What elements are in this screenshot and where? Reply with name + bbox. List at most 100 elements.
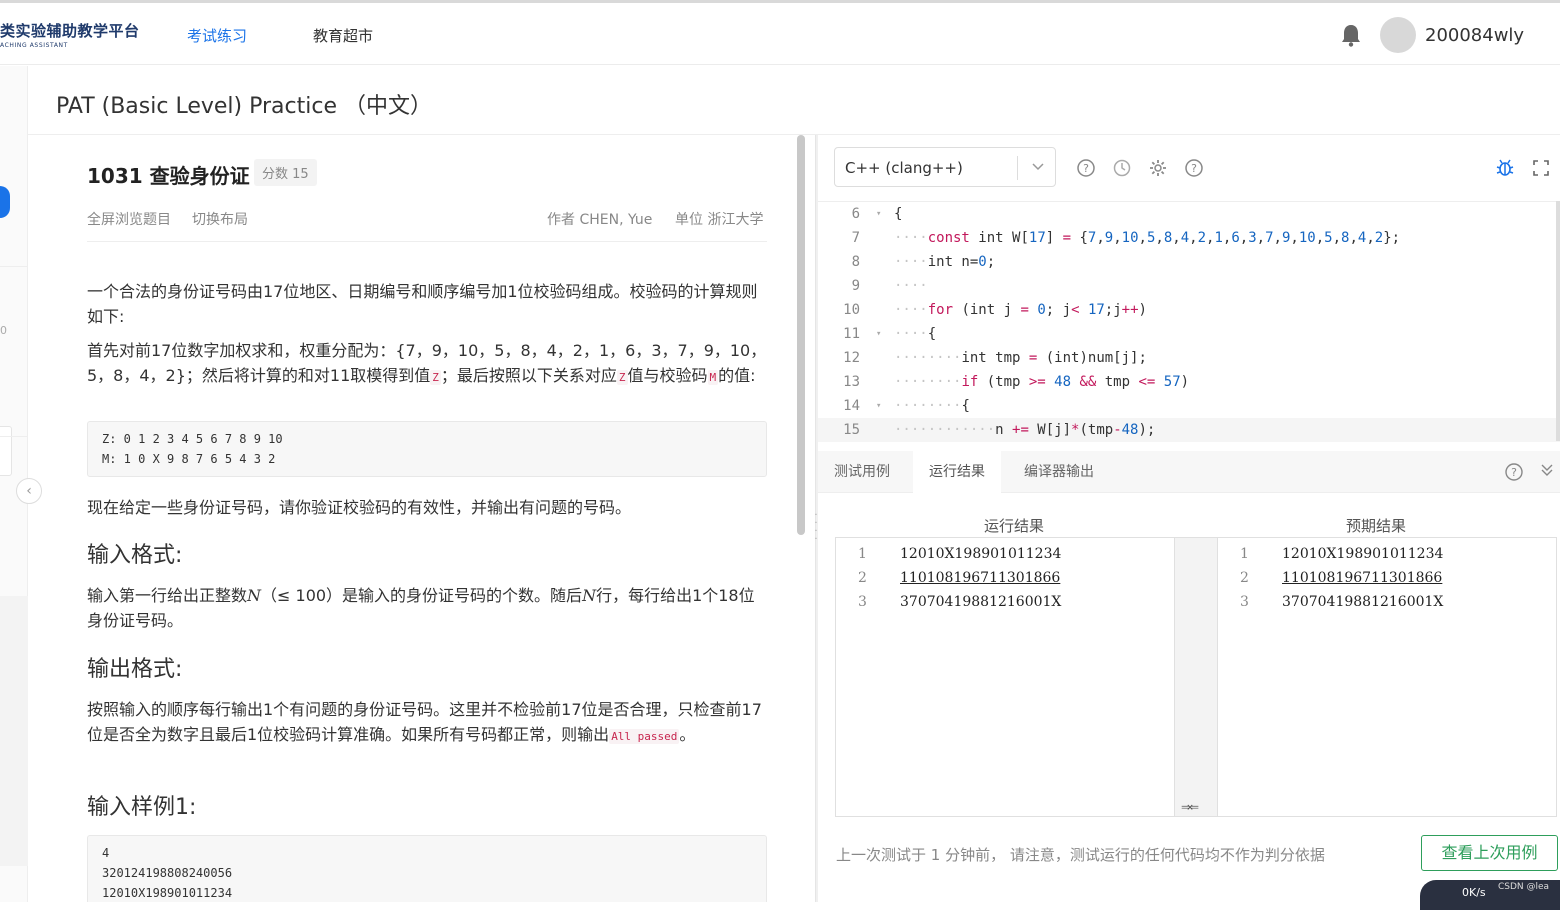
code-line[interactable]: 9 ···· [818,274,1560,298]
line-number: 10 [843,302,860,318]
line-number: 3 [1240,594,1249,610]
code-line[interactable]: 6 ▾ { [818,202,1560,226]
top-nav: 类实验辅助教学平台 ACHING ASSISTANT 考试练习 教育超市 200… [0,3,1560,65]
fold-toggle-icon[interactable]: ▾ [876,322,881,346]
author: 作者 CHEN, Yue [547,212,653,228]
result-text: 12010X198901011234 [1282,546,1444,562]
inline-code: Z [616,370,628,385]
output-format-text: 按照输入的顺序每行输出1个有问题的身份证号码。这里并不检验前17位是否合理，只检… [87,697,767,749]
input-format-part: 输入第一行给出正整数 [87,586,248,605]
checksum-table: Z: 0 1 2 3 4 5 6 7 8 9 10 M: 1 0 X 9 8 7… [87,421,767,477]
editor-toolbar: C++ (clang++) ? ? [818,135,1560,201]
divider [1017,156,1018,180]
sidebar-active-indicator[interactable] [0,186,10,218]
run-result-box: 1 12010X198901011234 2 110108196711301866 3 3… [835,537,1175,817]
svg-text:?: ? [1511,466,1517,479]
code-text: ···· [894,278,928,294]
input-format-part: （≤ 100）是输入的身份证号码的个数。随后 [261,586,583,605]
svg-text:?: ? [1083,162,1089,175]
last-test-note: 上一次测试于 1 分钟前， 请注意，测试运行的任何代码均不作为判分依据 [836,846,1325,864]
sidebar-divider [0,436,28,437]
code-line[interactable]: 7 ····const int W[17] = {7,9,10,5,8,4,2,1… [818,226,1560,250]
history-icon[interactable] [1112,158,1132,178]
math-var: N [247,586,262,605]
sidebar-box[interactable] [0,426,12,476]
switch-layout-link[interactable]: 切换布局 [192,209,248,229]
sidebar-mini-text: 0 [0,324,7,337]
chevron-down-icon [1032,163,1044,171]
sidebar-divider [0,266,28,267]
line-number: 1 [1240,546,1249,562]
net-speed: 0K/s [1462,886,1486,899]
help-icon[interactable]: ? [1076,158,1096,178]
bell-icon[interactable] [1340,23,1362,47]
tab-test-cases[interactable]: 测试用例 [818,451,906,493]
code-line[interactable]: 8 ····int n=0; [818,250,1560,274]
debug-icon[interactable] [1495,158,1515,178]
code-line[interactable]: 15 ············n += W[j]*(tmp-48); [818,418,1560,442]
sidebar-panel [0,596,28,866]
problem-panel: 1031 查验身份证 分数 15 全屏浏览题目 切换布局 作者 CHEN, Yu… [28,135,814,902]
nav-exam-practice[interactable]: 考试练习 [187,25,247,46]
input-format-text: 输入第一行给出正整数N（≤ 100）是输入的身份证号码的个数。随后N行，每行给出… [87,583,767,633]
line-number: 3 [858,594,867,610]
result-text: 12010X198901011234 [900,546,1062,562]
language-select[interactable]: C++ (clang++) [834,147,1056,187]
problem-title: 1031 查验身份证 [87,164,250,188]
swap-arrows-icon[interactable]: ⇒⇐ [1181,800,1199,814]
input-format-heading: 输入格式: [87,543,183,568]
fullscreen-view-link[interactable]: 全屏浏览题目 [87,209,171,229]
code-text: ········int tmp = (int)num[j]; [894,350,1147,366]
code-line[interactable]: 14 ▾ ········{ [818,394,1560,418]
code-line[interactable]: 12 ········int tmp = (int)num[j]; [818,346,1560,370]
code-text: ········if (tmp >= 48 && tmp <= 57) [894,374,1190,390]
avatar[interactable] [1380,17,1416,53]
code-text: ····for (int j = 0; j< 17;j++) [894,302,1147,318]
code-editor[interactable]: 6 ▾ {7 ····const int W[17] = {7,9,10,5,8,4,… [818,201,1560,451]
description-2-text: 的值: [718,366,756,385]
problem-scrollbar[interactable] [797,135,805,535]
nav-edu-market[interactable]: 教育超市 [313,25,373,46]
fold-toggle-icon[interactable]: ▾ [876,202,881,226]
line-number: 14 [843,398,860,414]
fold-toggle-icon[interactable]: ▾ [876,394,881,418]
watermark: CSDN @lea [1498,882,1550,892]
result-line: 1 12010X198901011234 [836,542,1166,566]
code-line[interactable]: 10 ····for (int j = 0; j< 17;j++) [818,298,1560,322]
result-text: 110108196711301866 [900,570,1061,586]
editor-panel: C++ (clang++) ? ? 6 ▾{7 ····const int W[… [818,135,1560,902]
fullscreen-icon[interactable] [1531,158,1551,178]
description-3: 现在给定一些身份证号码，请你验证校验码的有效性，并输出有问题的号码。 [87,498,632,517]
line-number: 7 [851,230,860,246]
code-text: ············n += W[j]*(tmp-48); [894,422,1156,438]
line-number: 13 [843,374,860,390]
view-last-cases-button[interactable]: 查看上次用例 [1421,835,1558,871]
unit: 单位 浙江大学 [675,212,764,228]
line-number: 15 [843,422,860,438]
line-number: 11 [843,326,860,342]
tab-compiler-output[interactable]: 编译器输出 [1008,451,1110,493]
logo[interactable]: 类实验辅助教学平台 ACHING ASSISTANT [0,20,150,49]
help-icon[interactable]: ? [1504,462,1524,482]
result-text: 110108196711301866 [1282,570,1443,586]
code-line[interactable]: 11 ▾ ····{ [818,322,1560,346]
settings-icon[interactable] [1148,158,1168,178]
code-scrollbar[interactable] [1556,201,1560,441]
line-number: 12 [843,350,860,366]
code-line[interactable]: 13 ········if (tmp >= 48 && tmp <= 57) [818,370,1560,394]
chevron-double-down-icon[interactable] [1540,462,1554,478]
tab-run-result[interactable]: 运行结果 [913,451,1001,493]
expected-result-box: 1 12010X198901011234 2 110108196711301866 3 3… [1217,537,1557,817]
question-icon[interactable]: ? [1184,158,1204,178]
code-text: ····{ [894,326,937,342]
description-2-text: 值与校验码 [627,366,708,385]
logo-subtitle: ACHING ASSISTANT [0,42,68,49]
line-number: 9 [851,278,860,294]
result-text: 37070419881216001X [900,594,1062,610]
page-title: PAT (Basic Level) Practice （中文） [56,94,432,119]
username[interactable]: 200084wly [1425,25,1524,46]
line-number: 8 [851,254,860,270]
divider [87,241,767,242]
logo-title: 类实验辅助教学平台 [0,22,140,40]
result-line: 3 37070419881216001X [836,590,1166,614]
